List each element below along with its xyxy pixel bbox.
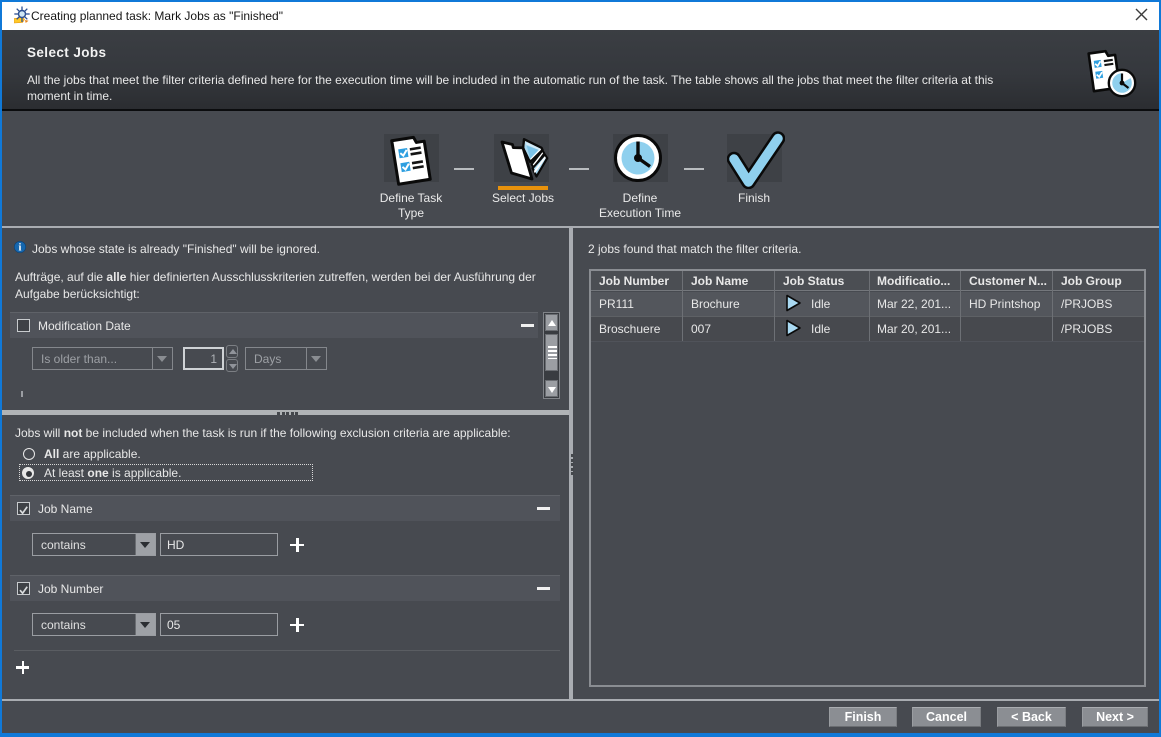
svg-text:i: i: [19, 243, 22, 253]
